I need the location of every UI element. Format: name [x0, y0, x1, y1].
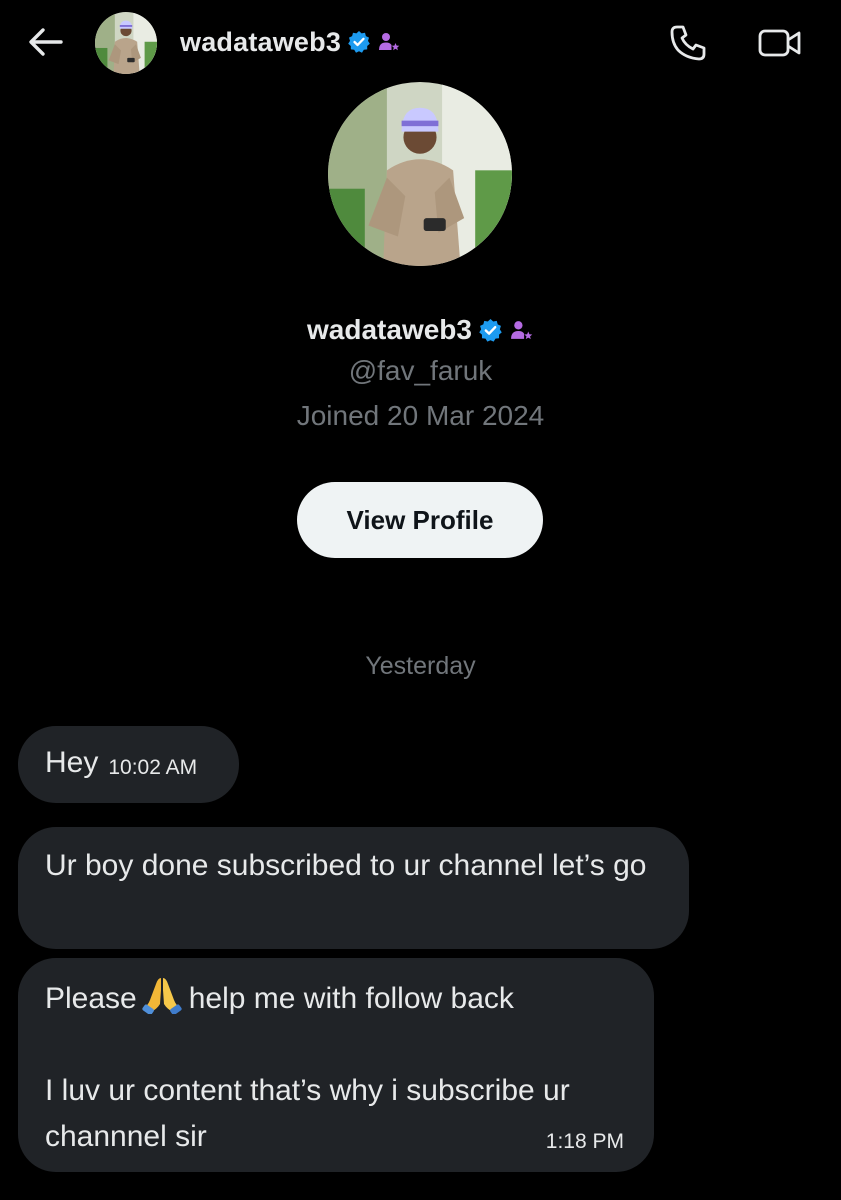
message-text: Please [45, 982, 137, 1015]
verified-badge-icon [348, 31, 370, 53]
voice-call-button[interactable] [664, 20, 712, 66]
message-text: help me with follow back [188, 982, 514, 1015]
message-text: I luv ur content that’s why i subscribe … [45, 1074, 570, 1153]
profile-handle: @fav_faruk [348, 355, 493, 386]
message-timestamp: 10:02 AM [108, 756, 198, 779]
message-text: Ur boy done subscribed to ur channel let… [45, 849, 647, 882]
profile-name-row: wadataweb3 [0, 308, 841, 352]
subscriber-badge-icon [511, 320, 533, 339]
message-bubble[interactable]: Please help me with follow back I luv ur… [18, 958, 654, 1172]
phone-icon [670, 25, 706, 61]
video-call-button[interactable] [754, 20, 806, 66]
view-profile-button[interactable]: View Profile [297, 482, 543, 558]
message-timestamp: 1:18 PM [545, 1130, 624, 1153]
folded-hands-emoji-icon [142, 978, 182, 1014]
conversation-header: wadataweb3 [0, 0, 841, 86]
arrow-left-icon [29, 28, 63, 56]
header-username: wadataweb3 [180, 26, 342, 57]
message-bubble[interactable]: Ur boy done subscribed to ur channel let… [18, 827, 689, 949]
header-avatar[interactable] [95, 12, 157, 74]
day-separator: Yesterday [365, 652, 476, 680]
subscriber-badge-icon [379, 33, 400, 51]
video-camera-icon [758, 29, 801, 57]
message-bubble[interactable]: Hey 10:02 AM [18, 726, 239, 803]
message-text: Hey [45, 746, 99, 779]
verified-badge-icon [479, 318, 502, 342]
profile-joined-date: Joined 20 Mar 2024 [296, 400, 545, 431]
message-line: Please help me with follow back [45, 974, 630, 1022]
back-button[interactable] [22, 22, 70, 62]
profile-avatar[interactable] [328, 82, 512, 266]
header-user[interactable]: wadataweb3 [180, 22, 401, 62]
profile-name: wadataweb3 [307, 314, 472, 345]
